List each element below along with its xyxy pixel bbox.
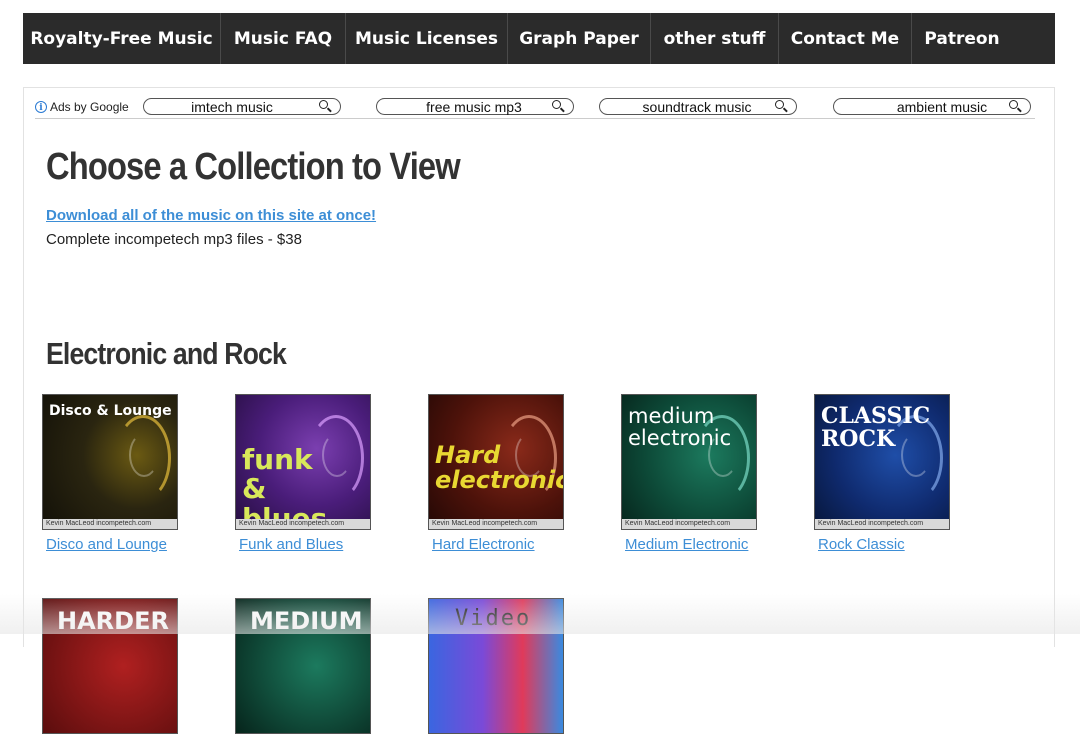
collection-link-rock-classic[interactable]: Rock Classic xyxy=(818,536,905,553)
nav-contact-me[interactable]: Contact Me xyxy=(779,13,912,64)
album-tile-video[interactable]: Video xyxy=(428,598,564,734)
ad-pill-1[interactable]: imtech music xyxy=(143,98,341,115)
album-credit: Kevin MacLeod incompetech.com xyxy=(815,519,949,529)
search-icon xyxy=(775,100,784,109)
collection-link-hard-electronic[interactable]: Hard Electronic xyxy=(432,536,535,553)
album-tile-funk-blues[interactable]: funk & blues Kevin MacLeod incompetech.c… xyxy=(235,394,371,530)
ad-pill-label: free music mp3 xyxy=(426,98,522,115)
ad-pill-2[interactable]: free music mp3 xyxy=(376,98,574,115)
ad-pill-label: imtech music xyxy=(191,98,273,115)
ads-label-text: Ads by Google xyxy=(50,100,129,114)
album-credit: Kevin MacLeod incompetech.com xyxy=(236,519,370,529)
album-tile-medium[interactable]: MEDIUM xyxy=(235,598,371,734)
search-icon xyxy=(552,100,561,109)
ad-pill-label: soundtrack music xyxy=(642,98,752,115)
album-tile-disco-lounge[interactable]: Disco & Lounge Kevin MacLeod incompetech… xyxy=(42,394,178,530)
album-tile-classic-rock[interactable]: CLASSIC ROCK Kevin MacLeod incompetech.c… xyxy=(814,394,950,530)
ad-pill-label: ambient music xyxy=(896,98,988,115)
top-nav: Royalty-Free Music Music FAQ Music Licen… xyxy=(23,13,1055,64)
album-art-title: medium electronic xyxy=(628,404,732,451)
album-art-title: Disco & Lounge xyxy=(49,403,172,419)
album-tile-hard-electronic[interactable]: Hard electronic Kevin MacLeod incompetec… xyxy=(428,394,564,530)
download-all-link[interactable]: Download all of the music on this site a… xyxy=(46,207,376,224)
album-credit: Kevin MacLeod incompetech.com xyxy=(429,519,563,529)
download-subtitle: Complete incompetech mp3 files - $38 xyxy=(46,231,302,248)
album-tile-medium-electronic[interactable]: medium electronic Kevin MacLeod incompet… xyxy=(621,394,757,530)
album-art-title: HARDER xyxy=(57,607,169,635)
info-icon[interactable]: i xyxy=(35,101,47,113)
album-art-title: MEDIUM xyxy=(250,607,363,635)
album-art-title: Hard electronic xyxy=(435,441,564,495)
nav-music-faq[interactable]: Music FAQ xyxy=(221,13,346,64)
album-credit: Kevin MacLeod incompetech.com xyxy=(622,519,756,529)
album-art-title: funk & blues xyxy=(242,443,328,530)
album-tile-harder[interactable]: HARDER xyxy=(42,598,178,734)
nav-music-licenses[interactable]: Music Licenses xyxy=(346,13,508,64)
nav-graph-paper[interactable]: Graph Paper xyxy=(508,13,651,64)
album-credit: Kevin MacLeod incompetech.com xyxy=(43,519,177,529)
swirl-decoration xyxy=(129,433,159,477)
album-art-title: CLASSIC ROCK xyxy=(821,403,931,453)
ad-pill-3[interactable]: soundtrack music xyxy=(599,98,797,115)
collection-link-disco-lounge[interactable]: Disco and Lounge xyxy=(46,536,167,553)
search-icon xyxy=(319,100,328,109)
ad-pill-4[interactable]: ambient music xyxy=(833,98,1031,115)
search-icon xyxy=(1009,100,1018,109)
page-title: Choose a Collection to View xyxy=(46,146,461,188)
nav-patreon[interactable]: Patreon xyxy=(912,13,1012,64)
ads-strip: i Ads by Google imtech music free music … xyxy=(35,98,1035,119)
section-title-electronic-rock: Electronic and Rock xyxy=(46,336,287,371)
nav-other-stuff[interactable]: other stuff xyxy=(651,13,779,64)
collection-link-funk-blues[interactable]: Funk and Blues xyxy=(239,536,343,553)
nav-royalty-free-music[interactable]: Royalty-Free Music xyxy=(23,13,221,64)
collection-link-medium-electronic[interactable]: Medium Electronic xyxy=(625,536,748,553)
album-art-title: Video xyxy=(455,606,532,631)
ads-label[interactable]: i Ads by Google xyxy=(35,100,129,114)
